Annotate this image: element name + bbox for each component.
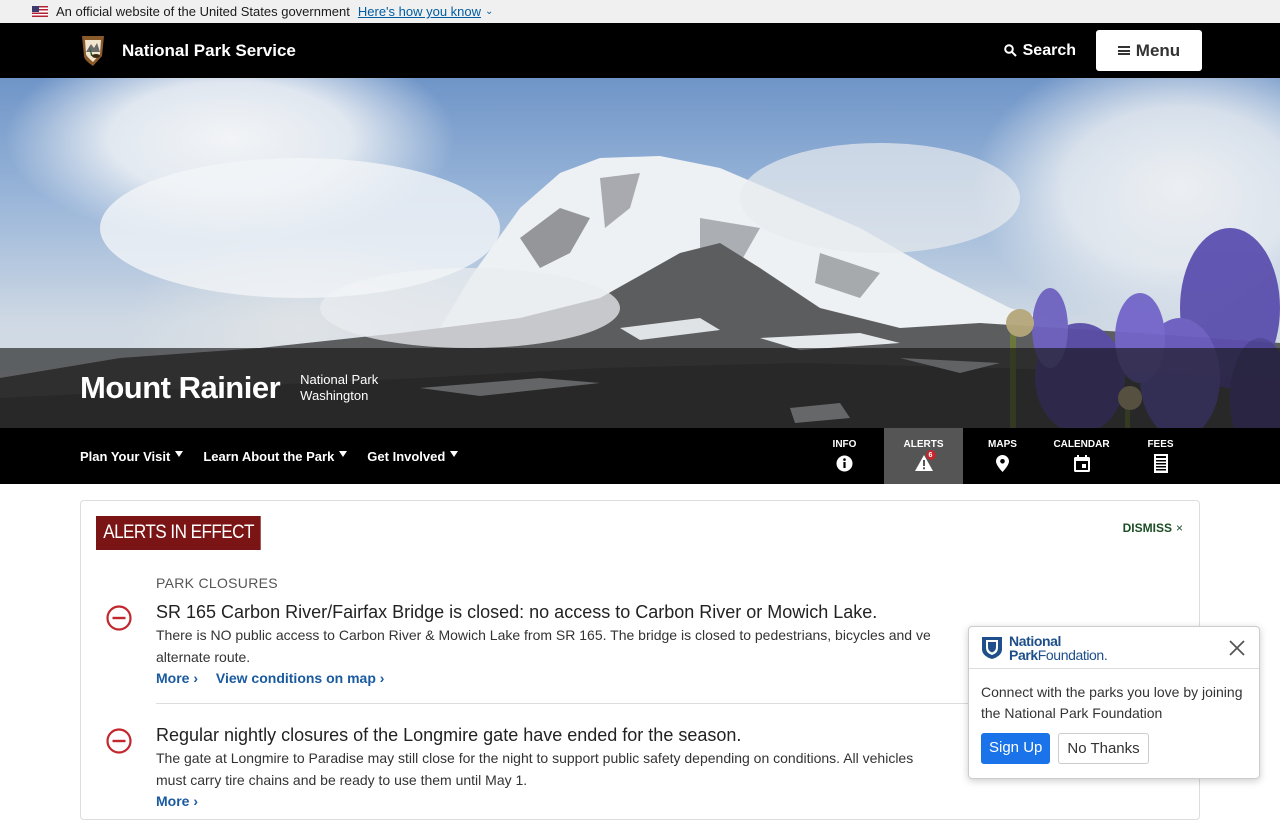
caret-down-icon — [175, 451, 184, 457]
tool-label: ALERTS — [903, 439, 944, 450]
nav-learn-about-the-park[interactable]: Learn About the Park — [203, 448, 348, 464]
nav-label: Plan Your Visit — [80, 448, 171, 464]
menu-button[interactable]: Menu — [1096, 30, 1202, 71]
hamburger-icon — [1117, 46, 1130, 55]
chevron-down-icon[interactable]: ⌄ — [485, 6, 493, 17]
tool-label: CALENDAR — [1053, 439, 1110, 450]
close-icon[interactable] — [1227, 638, 1247, 658]
npf-logo-line1: National — [1009, 632, 1062, 649]
closure-icon — [106, 605, 132, 631]
map-pin-icon — [993, 453, 1013, 473]
calendar-icon — [1072, 453, 1092, 473]
park-designation: National Park — [300, 372, 379, 387]
close-icon: × — [1175, 521, 1183, 535]
caret-down-icon — [450, 451, 459, 457]
nps-home-link[interactable]: National Park Service — [80, 34, 296, 68]
alert-more-link[interactable]: More › — [156, 670, 198, 686]
tool-label: MAPS — [988, 439, 1017, 450]
alert-title: SR 165 Carbon River/Fairfax Bridge is cl… — [156, 602, 878, 622]
menu-label: Menu — [1135, 40, 1181, 60]
info-icon — [835, 453, 855, 473]
park-title-band: Mount Rainier National Park Washington — [0, 348, 1280, 428]
npf-shield-icon — [982, 636, 1002, 659]
nps-arrowhead-logo — [82, 35, 104, 66]
alert-icon: 6 — [914, 450, 936, 473]
us-flag-icon — [32, 6, 48, 17]
tool-alerts[interactable]: ALERTS 6 — [884, 428, 963, 484]
view-conditions-map-link[interactable]: View conditions on map › — [216, 670, 385, 686]
nav-get-involved[interactable]: Get Involved — [367, 448, 459, 464]
alert-more-link[interactable]: More › — [156, 793, 198, 809]
tool-info[interactable]: INFO — [805, 428, 884, 484]
npf-logo-line2-rest: Foundation. — [1037, 646, 1108, 663]
tool-label: FEES — [1147, 439, 1174, 450]
npf-signup-popup: National ParkFoundation. Connect with th… — [968, 626, 1260, 779]
tool-label: INFO — [832, 439, 857, 450]
hero-banner: Mount Rainier National Park Washington — [0, 78, 1280, 428]
gov-banner: An official website of the United States… — [0, 0, 1280, 23]
park-name[interactable]: Mount Rainier — [80, 370, 281, 406]
alert-count-badge: 6 — [925, 450, 936, 460]
tool-fees[interactable]: FEES — [1121, 428, 1200, 484]
alert-category: PARK CLOSURES — [156, 575, 278, 591]
nav-plan-your-visit[interactable]: Plan Your Visit — [80, 448, 184, 464]
search-button[interactable]: Search — [1003, 41, 1076, 60]
npf-message: Connect with the parks you love by joini… — [981, 684, 1243, 721]
search-label: Search — [1022, 41, 1076, 59]
site-header: National Park Service Search Menu — [0, 23, 1280, 78]
npf-logo-line2-bold: Park — [1009, 646, 1038, 663]
caret-down-icon — [339, 451, 348, 457]
gov-banner-text: An official website of the United States… — [56, 4, 350, 19]
tool-calendar[interactable]: CALENDAR — [1042, 428, 1121, 484]
tool-maps[interactable]: MAPS — [963, 428, 1042, 484]
search-icon — [1003, 44, 1017, 57]
how-you-know-link[interactable]: Here's how you know — [358, 4, 481, 19]
brand-name: National Park Service — [122, 40, 296, 60]
alerts-heading: ALERTS IN EFFECT — [96, 516, 262, 550]
nav-label: Get Involved — [367, 448, 446, 464]
no-thanks-button[interactable]: No Thanks — [1058, 733, 1149, 764]
dismiss-label: DISMISS — [1122, 521, 1172, 535]
receipt-icon — [1151, 453, 1171, 473]
park-nav: Plan Your Visit Learn About the Park Get… — [0, 428, 1280, 484]
park-state: Washington — [300, 388, 369, 403]
npf-logo: National ParkFoundation. — [981, 632, 1108, 663]
sign-up-button[interactable]: Sign Up — [981, 733, 1051, 764]
closure-icon — [106, 728, 132, 754]
nav-label: Learn About the Park — [203, 448, 335, 464]
dismiss-alerts-button[interactable]: DISMISS × — [1123, 521, 1183, 535]
